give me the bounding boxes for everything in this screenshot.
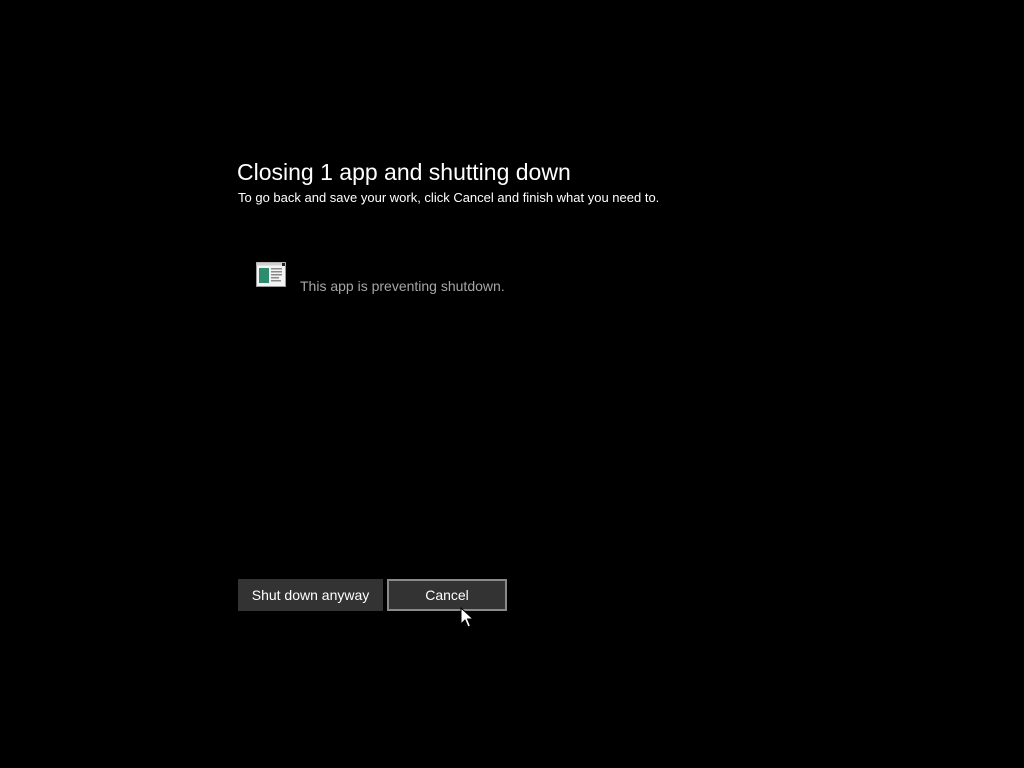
dialog-subtitle: To go back and save your work, click Can… — [238, 190, 660, 205]
shut-down-anyway-button[interactable]: Shut down anyway — [238, 579, 383, 611]
app-window-icon — [256, 262, 286, 287]
cancel-button[interactable]: Cancel — [387, 579, 507, 611]
app-blocking-message: This app is preventing shutdown. — [300, 278, 505, 294]
blocking-app-item: This app is preventing shutdown. — [256, 262, 656, 302]
mouse-pointer-icon — [460, 606, 475, 629]
shutdown-screen: Closing 1 app and shutting down To go ba… — [0, 0, 1024, 768]
dialog-title: Closing 1 app and shutting down — [237, 159, 571, 185]
